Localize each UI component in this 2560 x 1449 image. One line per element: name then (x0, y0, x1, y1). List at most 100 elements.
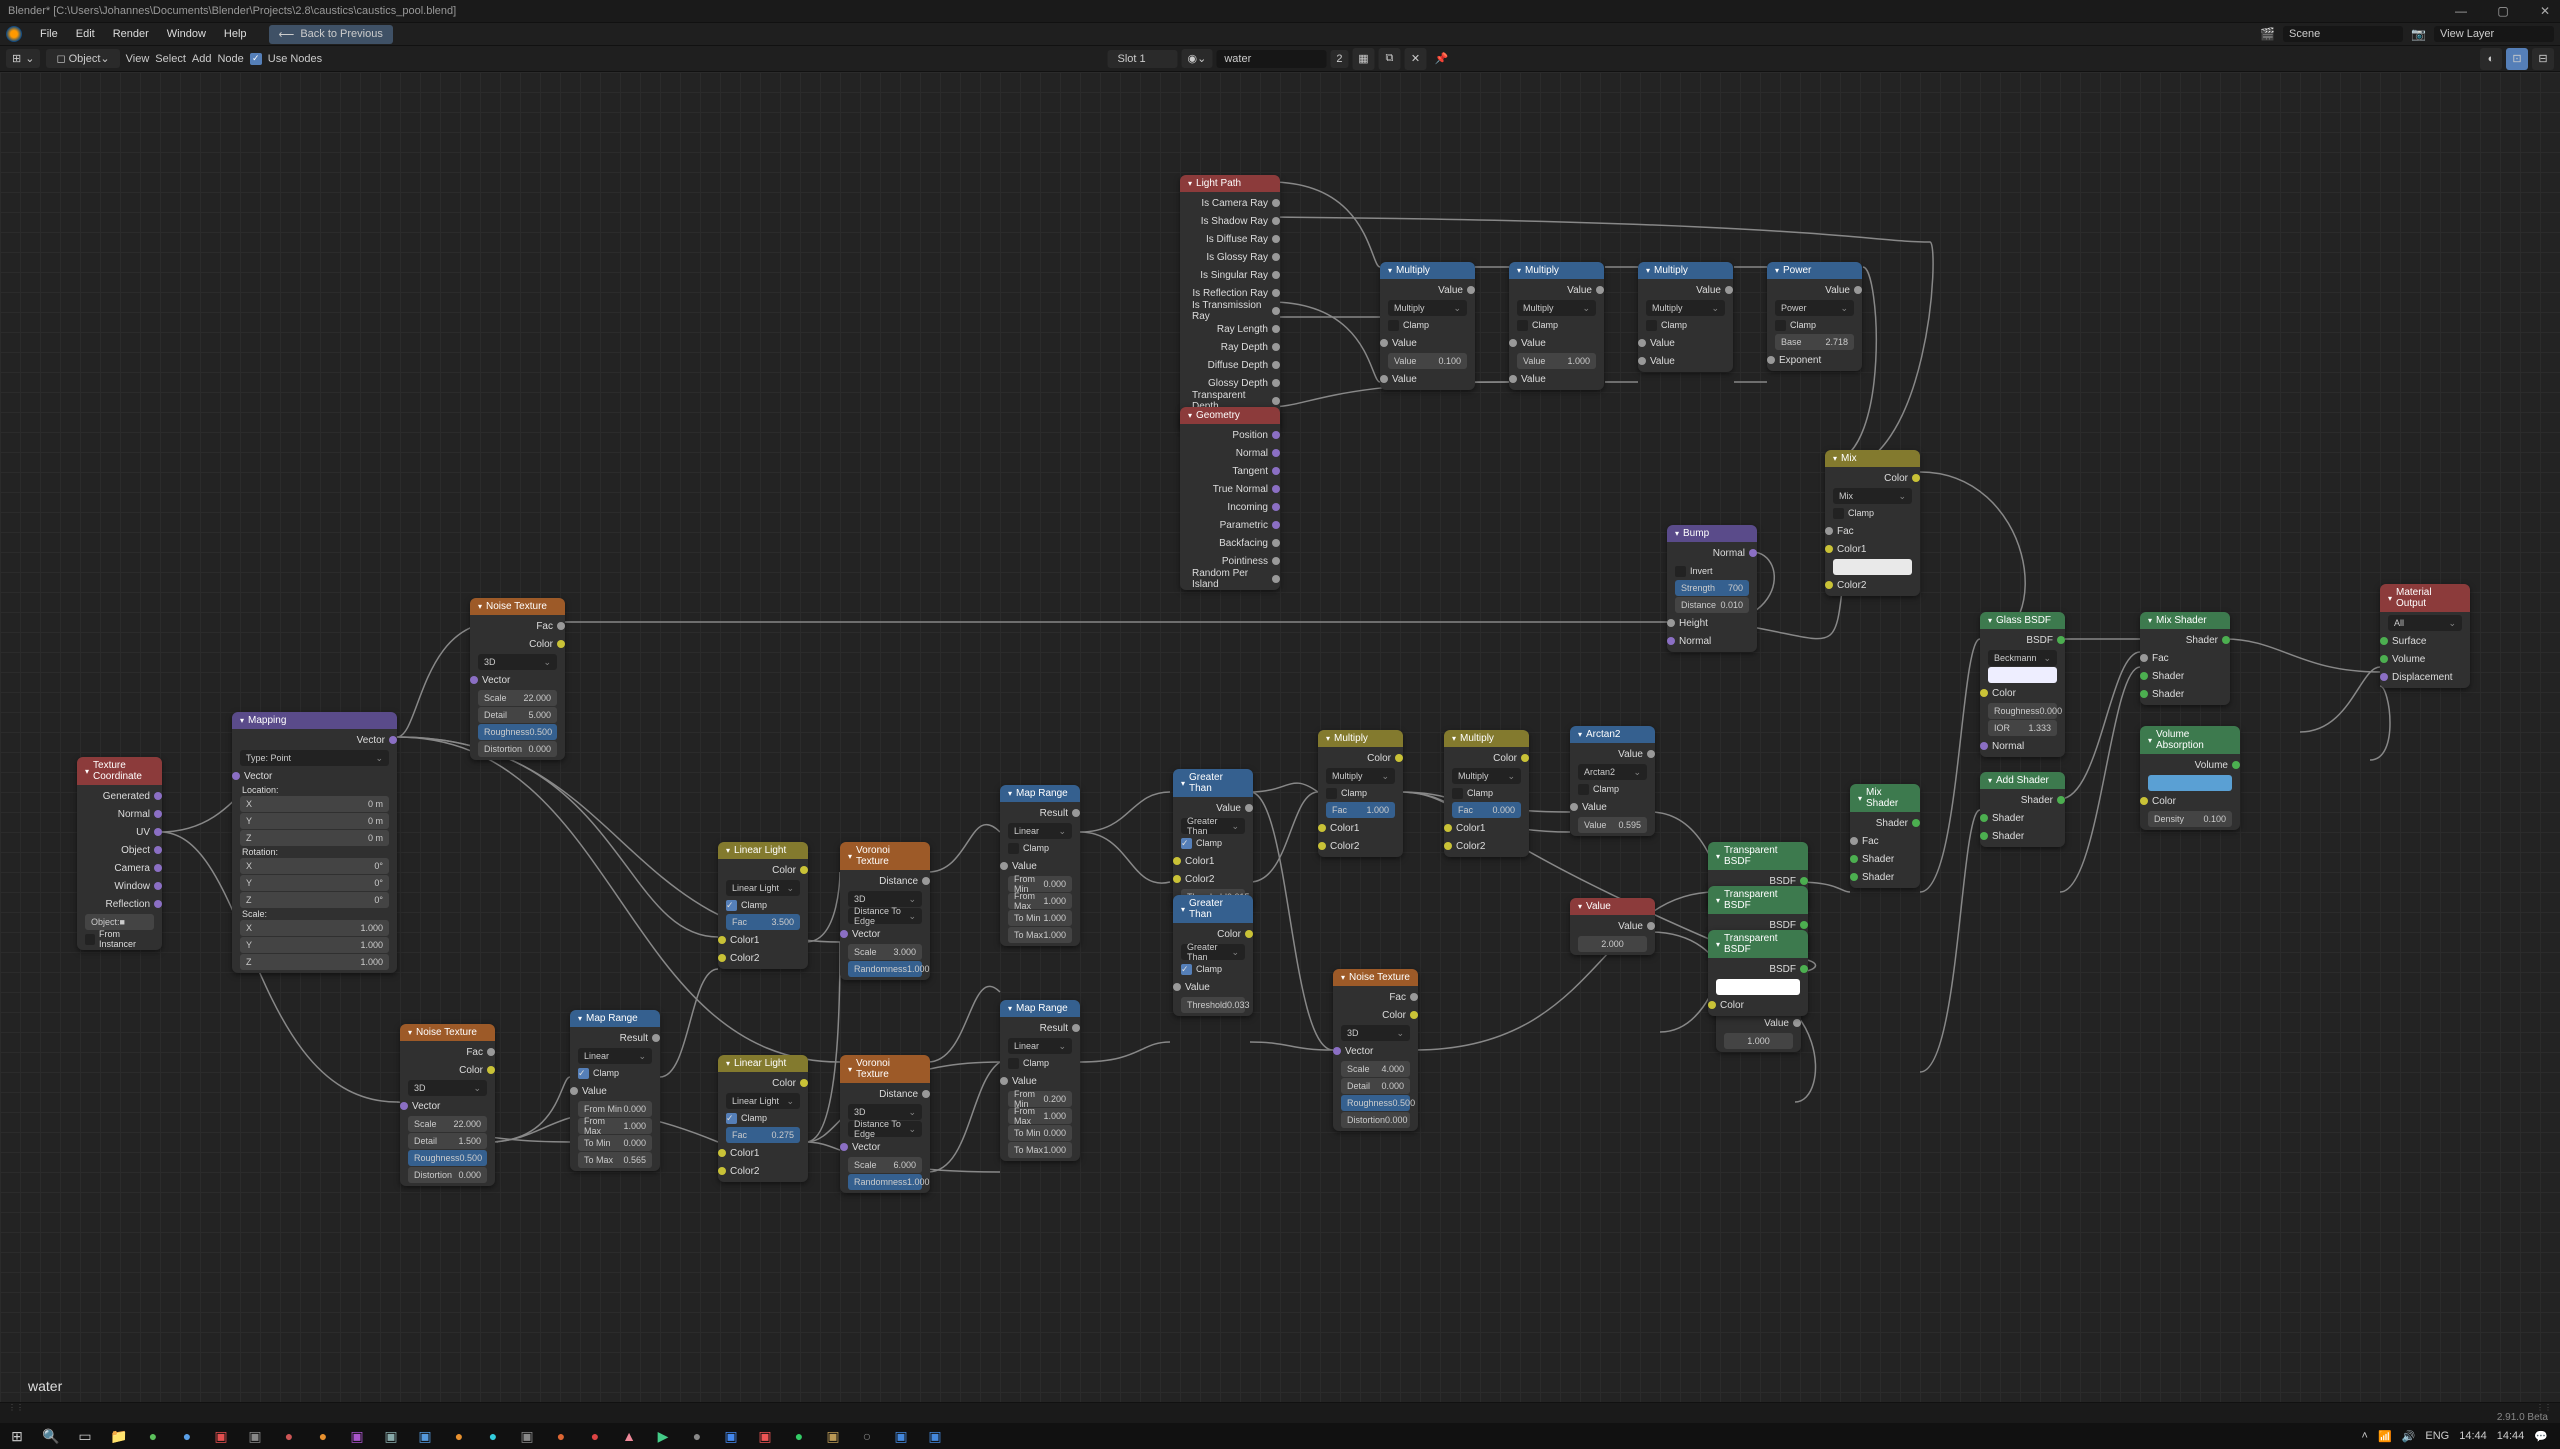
node-linearlight-2[interactable]: Linear Light Color Linear Light ✓Clamp F… (718, 1055, 808, 1182)
copy-material-icon[interactable]: ⧉ (1378, 48, 1400, 70)
app-icon[interactable]: ● (582, 1423, 608, 1449)
node-bump[interactable]: Bump Normal Invert Strength700 Distance0… (1667, 525, 1757, 652)
node-mixshader-2[interactable]: Mix Shader Shader Fac Shader Shader (2140, 612, 2230, 705)
node-math-power[interactable]: Power Value Power Clamp Base2.718 Expone… (1767, 262, 1862, 371)
node-transparent-3[interactable]: Transparent BSDF BSDF Color (1708, 930, 1808, 1016)
snap-icon[interactable]: ⊡ (2506, 48, 2528, 70)
menu-help[interactable]: Help (216, 26, 255, 42)
node-mixmult-1[interactable]: Multiply Color Multiply Clamp Fac1.000 C… (1318, 730, 1403, 857)
tray-chevron-icon[interactable]: ˄ (2362, 1430, 2368, 1442)
node-mixshader-1[interactable]: Mix Shader Shader Fac Shader Shader (1850, 784, 1920, 888)
app-icon[interactable]: ● (480, 1423, 506, 1449)
node-linearlight-1[interactable]: Linear Light Color Linear Light ✓Clamp F… (718, 842, 808, 969)
app-icon[interactable]: ○ (854, 1423, 880, 1449)
app-icon[interactable]: ● (174, 1423, 200, 1449)
menu-node[interactable]: Node (217, 53, 243, 65)
app-icon[interactable]: ● (140, 1423, 166, 1449)
app-icon[interactable]: ▣ (820, 1423, 846, 1449)
app-icon[interactable]: ▣ (514, 1423, 540, 1449)
use-nodes-checkbox[interactable]: ✓ (250, 53, 262, 65)
volume-icon[interactable]: 🔊 (2402, 1430, 2416, 1443)
node-math-mult-3[interactable]: Multiply Value Multiply Clamp Value Valu… (1638, 262, 1733, 372)
mode-dropdown[interactable]: ◻ Object⌄ (46, 49, 119, 68)
node-arctan2[interactable]: Arctan2 Value Arctan2 Clamp Value Value0… (1570, 726, 1655, 836)
node-gt-2[interactable]: Greater Than Color Greater Than ✓Clamp V… (1173, 895, 1253, 1016)
node-value-1[interactable]: Value Value 2.000 (1570, 898, 1655, 955)
notification-icon[interactable]: 💬 (2534, 1430, 2548, 1443)
overlay-icon[interactable]: ◐ (2480, 48, 2502, 70)
clock[interactable]: 14:44 (2459, 1430, 2487, 1442)
node-glass[interactable]: Glass BSDF BSDF Beckmann Color Roughness… (1980, 612, 2065, 757)
date[interactable]: 14:44 (2497, 1430, 2525, 1442)
menu-edit[interactable]: Edit (68, 26, 103, 42)
app-icon[interactable]: ● (548, 1423, 574, 1449)
node-canvas[interactable]: water (0, 72, 2560, 1402)
unlink-icon[interactable]: ✕ (1404, 48, 1426, 70)
app-icon[interactable]: ▣ (752, 1423, 778, 1449)
area-splitter[interactable]: ⋮⋮⋮⋮ (0, 1402, 2560, 1412)
wifi-icon[interactable]: 📶 (2378, 1430, 2392, 1443)
app-icon[interactable]: ▣ (208, 1423, 234, 1449)
slot-count[interactable]: 2 (1330, 50, 1348, 68)
start-icon[interactable]: ⊞ (4, 1423, 30, 1449)
material-name-field[interactable]: water (1216, 50, 1326, 68)
app-icon[interactable]: ▣ (922, 1423, 948, 1449)
app-icon[interactable]: ▣ (242, 1423, 268, 1449)
new-material-icon[interactable]: ▦ (1352, 48, 1374, 70)
node-voronoi-2[interactable]: Voronoi Texture Distance 3D Distance To … (840, 1055, 930, 1193)
app-icon[interactable]: ▣ (412, 1423, 438, 1449)
material-browse[interactable]: ◉⌄ (1182, 49, 1213, 68)
menu-select[interactable]: Select (155, 53, 186, 65)
app-icon[interactable]: ● (684, 1423, 710, 1449)
node-lightpath[interactable]: Light Path Is Camera Ray Is Shadow Ray I… (1180, 175, 1280, 430)
close-icon[interactable]: ✕ (2538, 4, 2552, 18)
node-geometry[interactable]: Geometry Position Normal Tangent True No… (1180, 407, 1280, 590)
menu-add[interactable]: Add (192, 53, 212, 65)
search-icon[interactable]: 🔍 (38, 1423, 64, 1449)
taskview-icon[interactable]: ▭ (72, 1423, 98, 1449)
menu-window[interactable]: Window (159, 26, 214, 42)
toggle-sidebar-icon[interactable]: ⊟ (2532, 48, 2554, 70)
scene-field[interactable]: Scene (2283, 26, 2403, 42)
blender-logo-icon[interactable] (6, 26, 22, 42)
app-icon[interactable]: ▣ (344, 1423, 370, 1449)
app-icon[interactable]: ▣ (718, 1423, 744, 1449)
node-maprange-1[interactable]: Map Range Result Linear ✓Clamp Value Fro… (570, 1010, 660, 1171)
app-icon[interactable]: ▣ (888, 1423, 914, 1449)
app-icon[interactable]: ● (786, 1423, 812, 1449)
node-math-mult-2[interactable]: Multiply Value Multiply Clamp Value Valu… (1509, 262, 1604, 390)
node-addshader[interactable]: Add Shader Shader Shader Shader (1980, 772, 2065, 847)
app-icon[interactable]: ● (310, 1423, 336, 1449)
viewlayer-field[interactable]: View Layer (2434, 26, 2554, 42)
node-noise-2[interactable]: Noise Texture Fac Color 3D Vector Scale2… (400, 1024, 495, 1186)
node-voronoi-1[interactable]: Voronoi Texture Distance 3D Distance To … (840, 842, 930, 980)
node-maprange-3[interactable]: Map Range Result Linear Clamp Value From… (1000, 1000, 1080, 1161)
node-texture-coordinate[interactable]: Texture Coordinate Generated Normal UV O… (77, 757, 162, 950)
app-icon[interactable]: ▲ (616, 1423, 642, 1449)
lang-indicator[interactable]: ENG (2425, 1430, 2449, 1442)
back-button[interactable]: ⟵ Back to Previous (269, 25, 393, 44)
pin-icon[interactable]: 📌 (1430, 48, 1452, 70)
explorer-icon[interactable]: 📁 (106, 1423, 132, 1449)
menu-file[interactable]: File (32, 26, 66, 42)
menu-render[interactable]: Render (105, 26, 157, 42)
node-mapping[interactable]: Mapping Vector Type: Point Vector Locati… (232, 712, 397, 973)
node-volabs[interactable]: Volume Absorption Volume Color Density0.… (2140, 726, 2240, 830)
node-gt-1[interactable]: Greater Than Value Greater Than ✓Clamp C… (1173, 769, 1253, 908)
minimize-icon[interactable]: — (2454, 4, 2468, 18)
maximize-icon[interactable]: ▢ (2496, 4, 2510, 18)
node-noise-1[interactable]: Noise Texture Fac Color 3D Vector Scale2… (470, 598, 565, 760)
node-mixmult-2[interactable]: Multiply Color Multiply Clamp Fac0.000 C… (1444, 730, 1529, 857)
windows-taskbar[interactable]: ⊞ 🔍 ▭ 📁 ● ● ▣ ▣ ● ● ▣ ▣ ▣ ● ● ▣ ● ● ▲ ▶ … (0, 1423, 2560, 1449)
node-noise-3[interactable]: Noise Texture Fac Color 3D Vector Scale4… (1333, 969, 1418, 1131)
slot-dropdown[interactable]: Slot 1 (1108, 50, 1178, 68)
node-math-mult-1[interactable]: Multiply Value Multiply Clamp Value Valu… (1380, 262, 1475, 390)
node-maprange-2[interactable]: Map Range Result Linear Clamp Value From… (1000, 785, 1080, 946)
app-icon[interactable]: ▶ (650, 1423, 676, 1449)
node-mix[interactable]: Mix Color Mix Clamp Fac Color1 Color2 (1825, 450, 1920, 596)
app-icon[interactable]: ▣ (378, 1423, 404, 1449)
menu-view[interactable]: View (126, 53, 150, 65)
app-icon[interactable]: ● (446, 1423, 472, 1449)
editor-type-dropdown[interactable]: ⊞⌄ (6, 49, 40, 68)
node-materialoutput[interactable]: Material Output All Surface Volume Displ… (2380, 584, 2470, 688)
